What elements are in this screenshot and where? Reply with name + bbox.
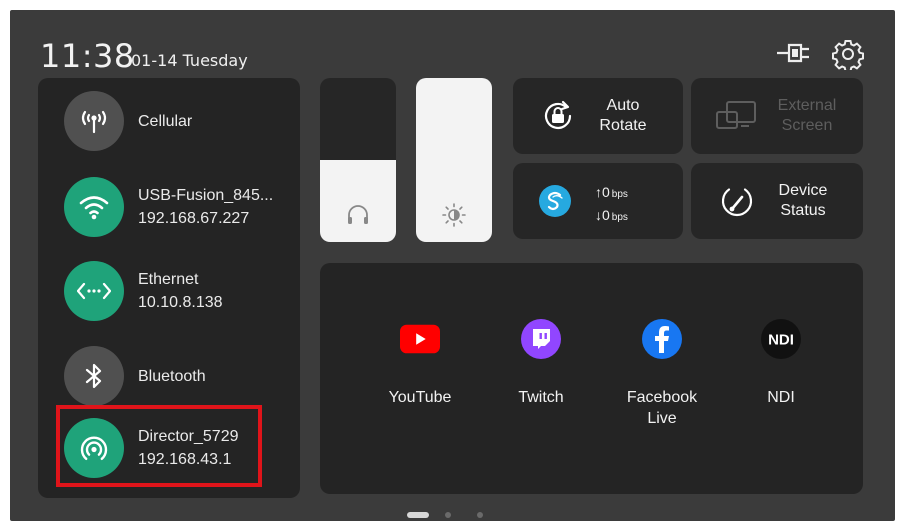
rotate-lock-icon [544, 100, 572, 129]
twitch-icon [521, 319, 561, 359]
page-dot[interactable] [445, 512, 451, 518]
network-item-ip: 192.168.67.227 [138, 210, 250, 227]
auto-rotate-label-2: Rotate [599, 117, 647, 134]
device-status-tile[interactable]: Device Status [691, 163, 863, 239]
download-speed: ↓0 bps [595, 207, 628, 223]
app-label: YouTube [388, 389, 452, 406]
app-twitch[interactable]: Twitch [481, 319, 601, 408]
wifi-icon [64, 177, 124, 237]
network-item-label: Cellular [138, 112, 193, 130]
download-arrow-icon: ↓ [595, 207, 602, 223]
app-label: Twitch [518, 389, 564, 406]
youtube-icon [400, 319, 440, 359]
clock-time: 11:38 [40, 37, 135, 75]
ethernet-icon [64, 261, 124, 321]
page-dot[interactable] [477, 512, 483, 518]
auto-rotate-label-1: Auto [606, 97, 640, 114]
app-label: Facebook [626, 389, 698, 406]
headphones-icon [348, 205, 368, 224]
app-ndi[interactable]: NDI NDI [721, 319, 841, 408]
upload-arrow-icon: ↑ [595, 184, 602, 200]
streaming-apps-panel: YouTube Twitch Facebook Live NDI NDI [320, 263, 863, 494]
network-item-label: Ethernet [138, 271, 199, 288]
app-youtube[interactable]: YouTube [360, 319, 480, 408]
external-screen-icon [716, 101, 756, 129]
settings-gear-icon[interactable] [832, 38, 864, 70]
network-item-ip: 10.10.8.138 [138, 294, 223, 311]
device-status-label-2: Status [780, 202, 826, 219]
page-dot-active[interactable] [407, 512, 429, 518]
network-item-ethernet[interactable]: Ethernet 10.10.8.138 [64, 259, 300, 323]
app-label: NDI [767, 389, 795, 406]
gauge-icon [721, 188, 753, 217]
external-screen-label-2: Screen [781, 117, 833, 134]
volume-slider[interactable] [320, 78, 396, 242]
network-speed-tile[interactable]: ↑0 bps ↓0 bps [513, 163, 683, 239]
external-screen-label-1: External [777, 97, 837, 114]
brightness-icon [442, 203, 466, 227]
network-item-bluetooth[interactable]: Bluetooth [64, 344, 300, 408]
app-label-line-2: Live [647, 410, 677, 427]
control-center-screen: 11:38 01-14 Tuesday Cellular USB-Fusion_… [10, 10, 895, 521]
bluetooth-icon [64, 346, 124, 406]
upload-speed: ↑0 bps [595, 184, 628, 200]
clock-date: 01-14 Tuesday [131, 51, 248, 70]
device-status-label-1: Device [778, 182, 828, 199]
external-screen-tile: External Screen [691, 78, 863, 154]
network-item-wifi[interactable]: USB-Fusion_845... 192.168.67.227 [64, 175, 300, 239]
cellular-icon [64, 91, 124, 151]
selection-highlight-box [56, 405, 262, 487]
ndi-icon: NDI [761, 319, 801, 359]
network-item-cellular[interactable]: Cellular [64, 89, 300, 153]
speedify-icon [539, 185, 571, 217]
power-plug-icon[interactable] [775, 40, 815, 66]
network-item-label: Bluetooth [138, 367, 206, 385]
brightness-slider[interactable] [416, 78, 492, 242]
volume-slider-fill [320, 160, 396, 242]
network-item-label: USB-Fusion_845... [138, 187, 274, 204]
app-facebook-live[interactable]: Facebook Live [602, 319, 722, 429]
auto-rotate-tile[interactable]: Auto Rotate [513, 78, 683, 154]
facebook-icon [642, 319, 682, 359]
svg-text:NDI: NDI [768, 332, 794, 349]
